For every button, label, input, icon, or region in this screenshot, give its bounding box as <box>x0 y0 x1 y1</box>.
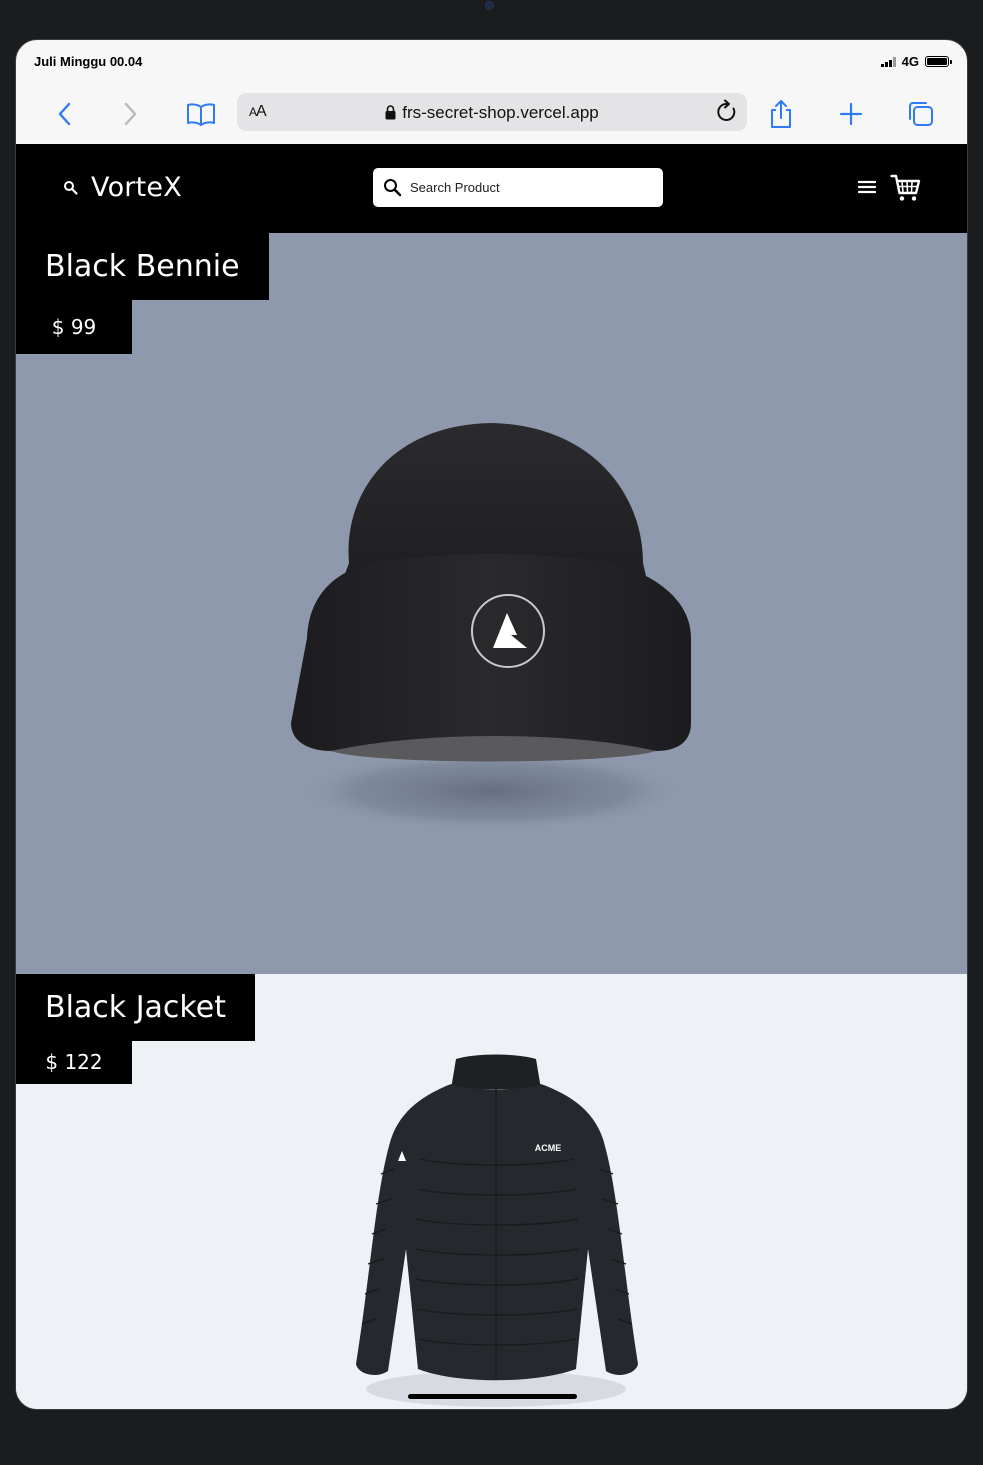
share-icon <box>771 100 791 128</box>
url-text: frs-secret-shop.vercel.app <box>402 103 599 122</box>
product-search[interactable] <box>373 168 663 207</box>
address-bar[interactable]: AA frs-secret-shop.vercel.app <box>237 93 747 131</box>
tabs-overview-button[interactable] <box>901 94 941 134</box>
status-time: Juli Minggu 00.04 <box>34 54 143 69</box>
reload-button[interactable] <box>715 99 739 130</box>
search-icon <box>384 179 402 197</box>
share-button[interactable] <box>761 94 801 134</box>
menu-button[interactable] <box>857 180 877 199</box>
front-camera <box>486 2 493 9</box>
search-input[interactable] <box>410 168 655 207</box>
jacket-image: ACME <box>356 1054 638 1407</box>
product-price: $ 99 <box>16 300 132 354</box>
home-indicator[interactable] <box>408 1394 577 1399</box>
reload-icon <box>717 99 736 121</box>
product-card-black-bennie[interactable]: Black Bennie $ 99 <box>16 233 967 974</box>
product-card-black-jacket[interactable]: Black Jacket $ 122 ACME <box>16 974 967 1409</box>
product-price: $ 122 <box>16 1041 132 1084</box>
jacket-logo-text: ACME <box>535 1143 562 1153</box>
new-tab-button[interactable] <box>831 94 871 134</box>
back-icon <box>58 102 71 126</box>
bookmarks-button[interactable] <box>181 94 221 134</box>
battery-icon <box>925 56 952 67</box>
new-tab-icon <box>839 102 863 126</box>
brand-name: VorteX <box>91 172 182 203</box>
browser-toolbar: AA frs-secret-shop.vercel.app <box>16 84 967 144</box>
back-button[interactable] <box>44 94 84 134</box>
hamburger-menu-icon <box>857 180 877 194</box>
network-label: 4G <box>901 54 919 69</box>
status-bar: Juli Minggu 00.04 4G <box>16 40 967 84</box>
product-title: Black Bennie <box>16 233 269 300</box>
tabs-icon <box>909 102 933 126</box>
product-title: Black Jacket <box>16 974 255 1041</box>
forward-icon <box>124 102 137 126</box>
beanie-image <box>291 423 691 831</box>
cart-button[interactable] <box>890 174 922 207</box>
lock-icon <box>385 105 396 120</box>
tablet-screen: Juli Minggu 00.04 4G AA frs-secret-shop.… <box>15 39 968 1410</box>
forward-button[interactable] <box>111 94 151 134</box>
bookmarks-icon <box>187 103 215 126</box>
signal-icon <box>880 56 896 67</box>
shopping-cart-icon <box>890 174 921 201</box>
search-icon <box>64 180 78 195</box>
brand-logo[interactable]: VorteX <box>63 172 182 203</box>
site-header: VorteX <box>16 144 967 233</box>
